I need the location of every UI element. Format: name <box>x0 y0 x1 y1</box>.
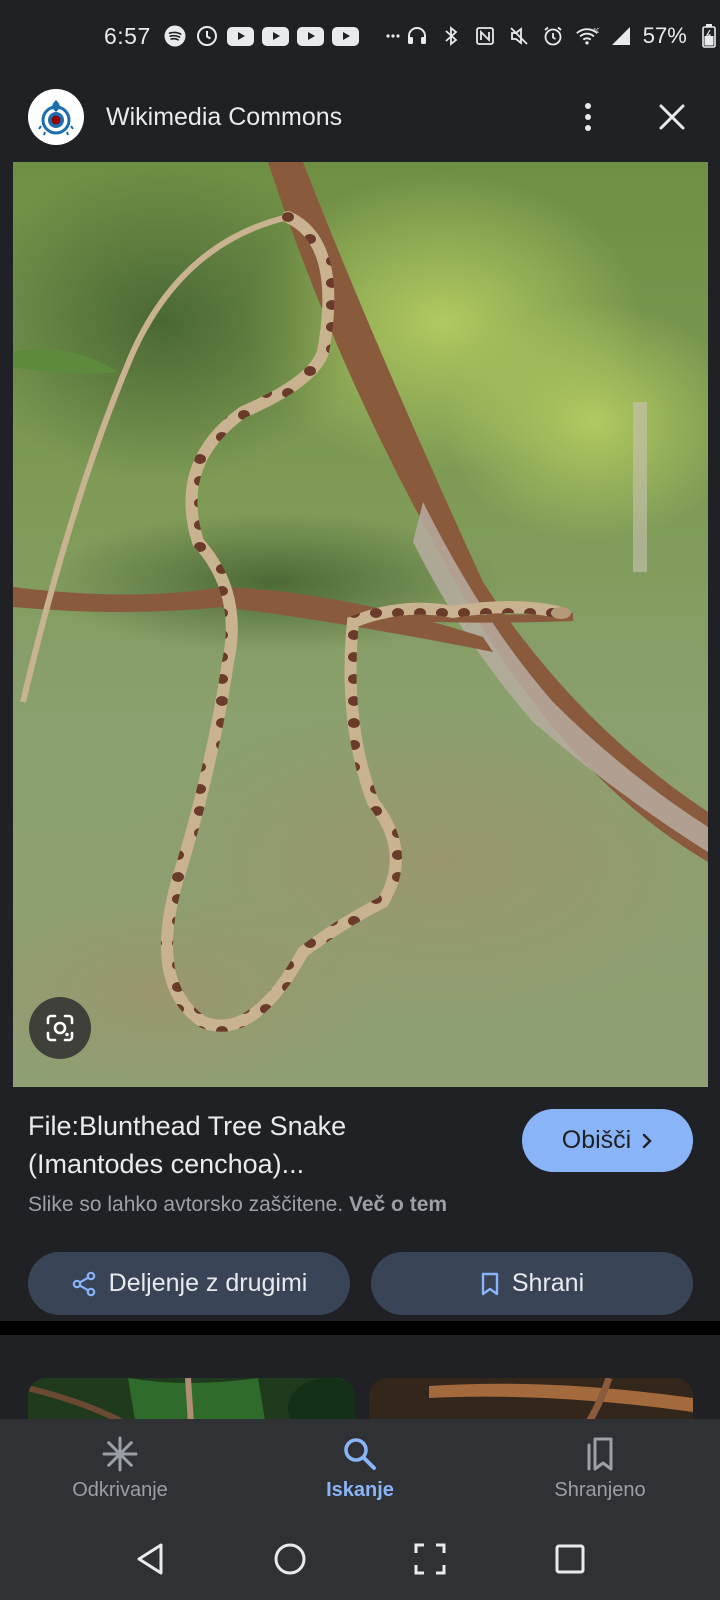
battery-percent: 57% <box>642 23 687 48</box>
wifi-icon: 4G <box>575 24 599 48</box>
status-bar: 6:57 4 57% <box>0 0 720 72</box>
screenshot-icon[interactable] <box>406 1535 454 1583</box>
snake-on-branch-photo <box>13 162 708 1087</box>
search-icon <box>344 1438 376 1470</box>
collections-icon <box>587 1437 613 1471</box>
nav-saved[interactable]: Shranjeno <box>480 1419 720 1517</box>
battery-icon <box>697 24 720 48</box>
bottom-navigation: Odkrivanje Iskanje Shranjeno <box>0 1419 720 1517</box>
bookmark-icon <box>481 1272 499 1295</box>
home-icon[interactable] <box>266 1535 314 1583</box>
site-title: Wikimedia Commons <box>106 102 343 131</box>
save-button[interactable]: Shrani <box>371 1252 693 1315</box>
result-info-panel: File:Blunthead Tree Snake (Imantodes cen… <box>0 1087 720 1335</box>
status-left: 6:57 <box>104 23 405 50</box>
header-actions <box>568 97 692 137</box>
youtube-icon <box>331 26 359 46</box>
related-image-thumb[interactable] <box>369 1378 693 1419</box>
headphones-icon <box>405 24 429 48</box>
youtube-icon <box>226 26 254 46</box>
app-header: Wikimedia Commons <box>0 72 720 162</box>
save-button-label: Shrani <box>511 1269 585 1297</box>
asterisk-icon <box>102 1436 138 1472</box>
clock-icon <box>195 24 219 48</box>
nfc-icon <box>473 24 497 48</box>
share-button[interactable]: Deljenje z drugimi <box>28 1252 350 1315</box>
chevron-right-icon <box>643 1133 652 1148</box>
system-navigation-bar <box>0 1517 720 1600</box>
bluetooth-icon <box>439 24 463 48</box>
more-dots-icon <box>381 24 405 48</box>
alarm-icon <box>541 24 565 48</box>
nav-saved-label: Shranjeno <box>554 1479 646 1501</box>
screen: 6:57 4 57% Wikimedia Commons File:Blunth… <box>0 0 720 1600</box>
related-images-strip <box>0 1349 720 1419</box>
spotify-icon <box>163 24 187 48</box>
related-image-thumb[interactable] <box>28 1378 355 1419</box>
close-icon[interactable] <box>652 97 692 137</box>
nav-discover[interactable]: Odkrivanje <box>0 1419 240 1517</box>
recents-icon[interactable] <box>546 1535 594 1583</box>
youtube-icon <box>296 26 324 46</box>
image-viewer[interactable] <box>13 162 708 1087</box>
copyright-text: Slike so lahko avtorsko zaščitene. <box>28 1193 344 1216</box>
nav-search[interactable]: Iskanje <box>240 1419 480 1517</box>
nav-search-label: Iskanje <box>326 1479 394 1501</box>
status-right: 4G 57% <box>405 23 720 49</box>
svg-text:4G: 4G <box>592 27 598 34</box>
more-vert-icon[interactable] <box>568 97 608 137</box>
visit-button[interactable]: Obišči <box>522 1109 693 1172</box>
back-icon[interactable] <box>126 1535 174 1583</box>
result-title-line1: File:Blunthead Tree Snake <box>28 1111 347 1141</box>
google-lens-icon[interactable] <box>29 997 91 1059</box>
nav-discover-label: Odkrivanje <box>72 1479 168 1501</box>
result-title[interactable]: File:Blunthead Tree Snake (Imantodes cen… <box>28 1107 498 1183</box>
status-time: 6:57 <box>104 22 151 49</box>
share-icon <box>72 1271 95 1296</box>
result-title-line2: (Imantodes cenchoa)... <box>28 1149 305 1179</box>
copyright-note: Slike so lahko avtorsko zaščitene. Več o… <box>28 1193 447 1217</box>
youtube-icon <box>261 26 289 46</box>
learn-more-link[interactable]: Več o tem <box>349 1193 447 1216</box>
share-button-label: Deljenje z drugimi <box>108 1269 308 1297</box>
signal-icon <box>609 24 633 48</box>
visit-button-label: Obišči <box>561 1126 632 1154</box>
mute-icon <box>507 24 531 48</box>
wikimedia-commons-logo <box>28 89 84 145</box>
